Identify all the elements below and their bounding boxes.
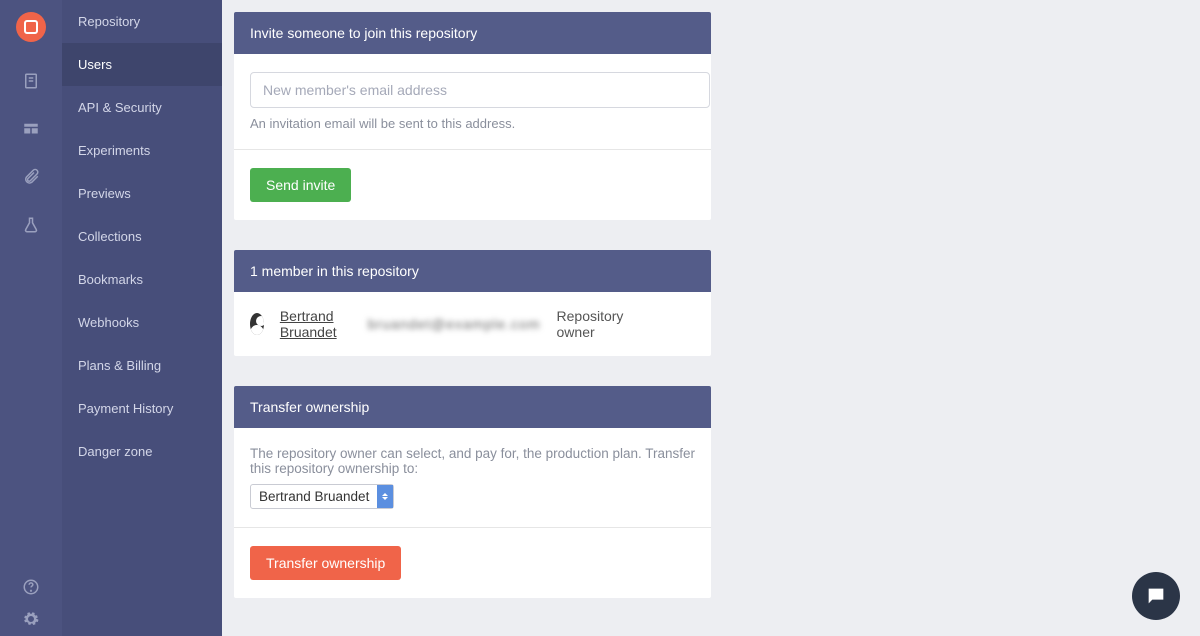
transfer-header: Transfer ownership: [234, 386, 711, 428]
main-content: Invite someone to join this repository A…: [222, 0, 723, 636]
invite-email-input[interactable]: [250, 72, 710, 108]
sidebar-item-collections[interactable]: Collections: [62, 215, 222, 258]
sidebar-item-danger-zone[interactable]: Danger zone: [62, 430, 222, 473]
members-header: 1 member in this repository: [234, 250, 711, 292]
transfer-owner-selected: Bertrand Bruandet: [251, 485, 377, 508]
dashboard-icon[interactable]: [22, 120, 40, 138]
help-icon[interactable]: [22, 578, 40, 596]
sidebar-item-webhooks[interactable]: Webhooks: [62, 301, 222, 344]
invite-hint: An invitation email will be sent to this…: [250, 116, 695, 131]
invite-card: Invite someone to join this repository A…: [234, 12, 711, 220]
transfer-ownership-button[interactable]: Transfer ownership: [250, 546, 401, 580]
sidebar-item-repository[interactable]: Repository: [62, 0, 222, 43]
transfer-owner-select[interactable]: Bertrand Bruandet: [250, 484, 394, 509]
right-gutter: [723, 0, 1200, 636]
invite-header: Invite someone to join this repository: [234, 12, 711, 54]
member-role: Repository owner: [557, 308, 625, 340]
sidebar-item-experiments[interactable]: Experiments: [62, 129, 222, 172]
member-row: Bertrand Bruandet bruandet@example.com R…: [234, 292, 711, 356]
transfer-card: Transfer ownership The repository owner …: [234, 386, 711, 598]
avatar-icon: [250, 313, 264, 335]
send-invite-button[interactable]: Send invite: [250, 168, 351, 202]
document-icon[interactable]: [22, 72, 40, 90]
sidebar-item-payment-history[interactable]: Payment History: [62, 387, 222, 430]
icon-rail: [0, 0, 62, 636]
members-card: 1 member in this repository Bertrand Bru…: [234, 250, 711, 356]
transfer-description: The repository owner can select, and pay…: [250, 446, 695, 476]
sidebar-item-users[interactable]: Users: [62, 43, 222, 86]
sidebar-item-api-security[interactable]: API & Security: [62, 86, 222, 129]
settings-sidebar: Repository Users API & Security Experime…: [62, 0, 222, 636]
chat-icon: [1145, 585, 1167, 607]
flask-icon[interactable]: [22, 216, 40, 234]
settings-icon[interactable]: [22, 610, 40, 628]
member-name-link[interactable]: Bertrand Bruandet: [280, 308, 352, 340]
sidebar-item-plans-billing[interactable]: Plans & Billing: [62, 344, 222, 387]
member-email: bruandet@example.com: [368, 316, 541, 332]
select-stepper-icon: [377, 485, 393, 508]
sidebar-item-bookmarks[interactable]: Bookmarks: [62, 258, 222, 301]
chat-launcher[interactable]: [1132, 572, 1180, 620]
attachment-icon[interactable]: [22, 168, 40, 186]
sidebar-item-previews[interactable]: Previews: [62, 172, 222, 215]
app-logo[interactable]: [16, 12, 46, 42]
